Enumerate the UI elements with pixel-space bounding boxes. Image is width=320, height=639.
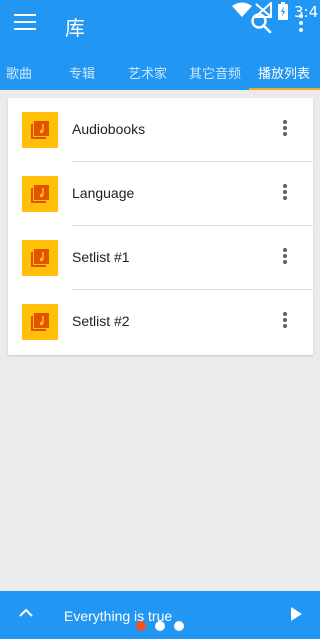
playlist-music-icon [31, 313, 49, 331]
tab-indicator [249, 88, 320, 90]
list-item-audiobooks[interactable]: Audiobooks [8, 98, 313, 162]
status-bar: 3:4 [230, 0, 320, 26]
playlist-name: Setlist #1 [72, 249, 130, 265]
more-options-icon[interactable] [282, 248, 288, 268]
page-dot [155, 621, 165, 631]
playlist-name: Language [72, 185, 135, 201]
playlist-thumbnail [22, 112, 58, 148]
chevron-up-icon[interactable] [19, 608, 33, 618]
playlist-music-icon [31, 185, 49, 203]
list-item-setlist-2[interactable]: Setlist #2 [8, 290, 313, 354]
menu-icon[interactable] [14, 14, 36, 32]
more-options-icon[interactable] [282, 184, 288, 204]
more-options-icon[interactable] [282, 312, 288, 332]
tab-albums[interactable]: 专辑 [69, 63, 95, 82]
list-item-language[interactable]: Language [8, 162, 313, 226]
tab-bar: 歌曲 专辑 艺术家 其它音频 播放列表 [0, 50, 320, 90]
more-options-icon[interactable] [282, 120, 288, 140]
page-indicator [134, 621, 194, 633]
page-dot-active [136, 621, 146, 631]
playlist-list: Audiobooks Language Setlist #1 Setlist #… [8, 98, 313, 355]
playlist-music-icon [31, 121, 49, 139]
playlist-music-icon [31, 249, 49, 267]
tab-playlists[interactable]: 播放列表 [258, 63, 310, 82]
battery-icon [278, 2, 288, 20]
page-title: 库 [65, 16, 85, 40]
playlist-name: Audiobooks [72, 121, 146, 137]
search-icon[interactable] [250, 12, 272, 34]
mini-player[interactable]: Everything is true [0, 591, 320, 639]
wifi-icon [232, 2, 252, 17]
overflow-icon[interactable] [296, 14, 306, 36]
app-bar: 3:4 库 歌曲 专辑 艺术家 其它音频 播放列表 [0, 0, 320, 90]
playlist-name: Setlist #2 [72, 313, 130, 329]
playlist-thumbnail [22, 176, 58, 212]
list-item-setlist-1[interactable]: Setlist #1 [8, 226, 313, 290]
tab-other-audio[interactable]: 其它音频 [189, 63, 241, 82]
playlist-thumbnail [22, 240, 58, 276]
playlist-thumbnail [22, 304, 58, 340]
tab-songs[interactable]: 歌曲 [6, 63, 32, 82]
play-icon[interactable] [290, 607, 302, 621]
page-dot [174, 621, 184, 631]
tab-artists[interactable]: 艺术家 [128, 63, 167, 82]
